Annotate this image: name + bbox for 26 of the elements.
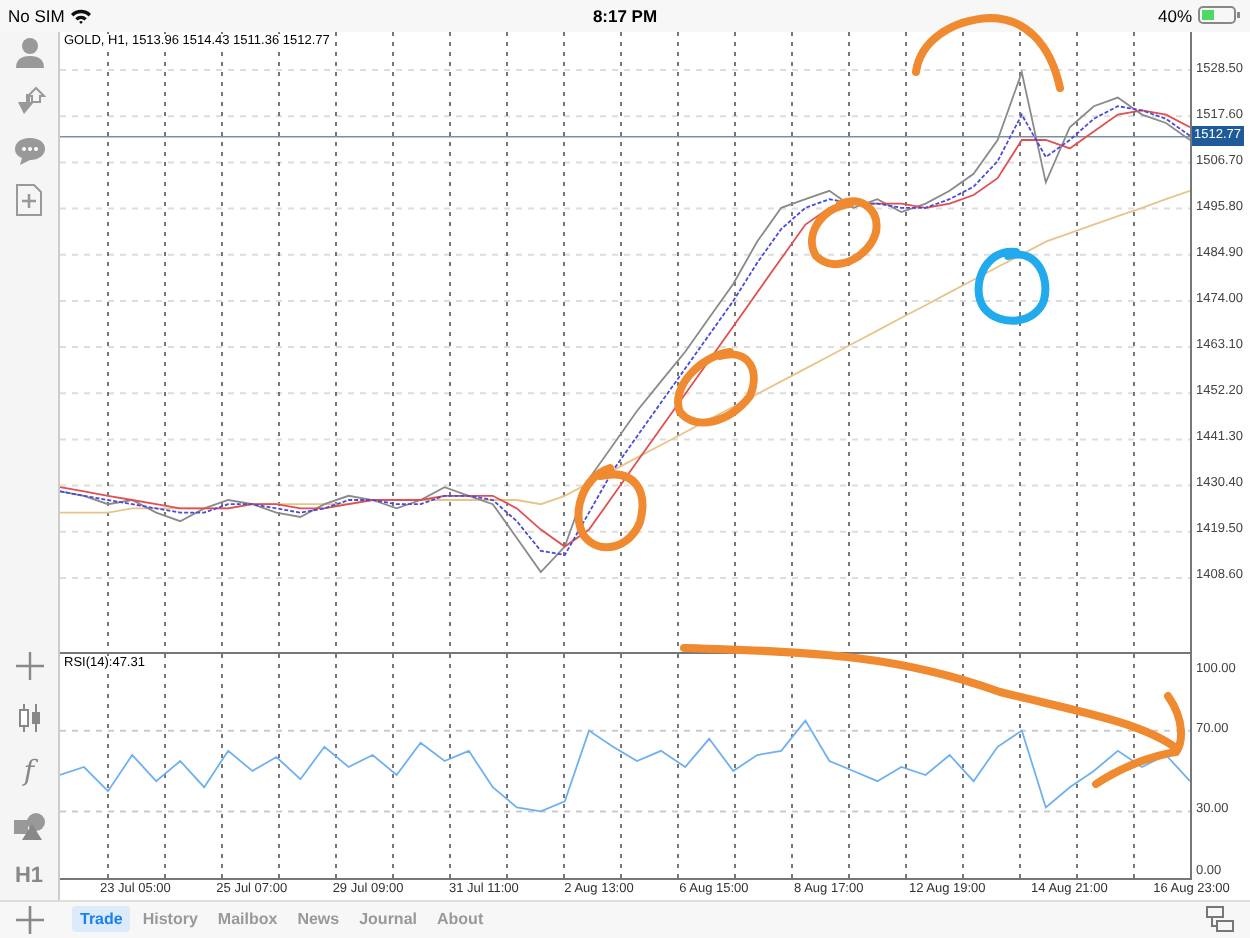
tab[interactable]: Trade: [72, 906, 131, 933]
tab[interactable]: History: [134, 906, 206, 933]
candlestick-icon[interactable]: [15, 703, 43, 732]
circle-annotation: [674, 347, 758, 426]
crosshair-icon[interactable]: [15, 651, 43, 680]
battery-percentage: 40%: [1157, 5, 1192, 26]
layout-icon[interactable]: [1206, 906, 1234, 933]
tab[interactable]: Journal: [351, 906, 425, 933]
timeframe-button[interactable]: H1: [14, 863, 44, 888]
function-icon[interactable]: f: [23, 755, 35, 788]
add-icon[interactable]: [16, 905, 44, 934]
carrier-label: No SIM: [8, 5, 65, 26]
tab[interactable]: About: [429, 906, 492, 933]
new-document-icon[interactable]: [16, 183, 42, 216]
transfer-arrows-icon[interactable]: [13, 85, 45, 118]
circle-annotation: [808, 196, 881, 268]
wifi-icon: [70, 7, 93, 24]
tab[interactable]: Mailbox: [209, 906, 286, 933]
circle-annotation: [974, 246, 1050, 324]
circle-annotation: [574, 463, 647, 551]
person-icon[interactable]: [13, 35, 45, 68]
shapes-icon[interactable]: [13, 811, 45, 840]
chat-icon[interactable]: [13, 135, 45, 166]
tab[interactable]: News: [289, 906, 348, 933]
clock-time: 8:17 PM: [592, 5, 658, 26]
battery-icon: [1198, 6, 1242, 25]
